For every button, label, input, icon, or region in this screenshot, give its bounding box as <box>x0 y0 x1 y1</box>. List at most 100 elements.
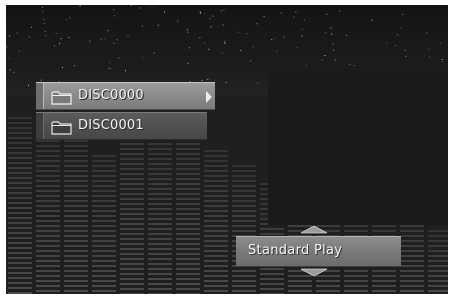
disc-list-item-disc0001[interactable]: DISC0001 <box>36 112 207 140</box>
star <box>283 36 285 38</box>
equalizer-segment <box>204 195 228 197</box>
equalizer-segment <box>316 290 340 292</box>
star <box>321 59 323 61</box>
equalizer-segment <box>148 153 172 155</box>
equalizer-segment <box>204 255 228 257</box>
star <box>18 50 20 52</box>
star <box>54 45 55 47</box>
equalizer-segment <box>176 158 200 160</box>
equalizer-segment <box>36 215 60 217</box>
star <box>405 55 407 57</box>
star <box>330 27 332 29</box>
equalizer-segment <box>64 180 88 182</box>
equalizer-segment <box>36 225 60 227</box>
star <box>187 31 189 33</box>
equalizer-segment <box>148 278 172 280</box>
equalizer-segment <box>148 163 172 165</box>
equalizer-segment <box>64 205 88 207</box>
star <box>301 35 303 37</box>
star <box>177 20 179 22</box>
equalizer-segment <box>92 225 116 227</box>
equalizer-segment <box>8 132 32 134</box>
star <box>280 12 282 14</box>
equalizer-segment <box>120 263 144 265</box>
equalizer-segment <box>36 190 60 192</box>
equalizer-segment <box>8 247 32 249</box>
equalizer-segment <box>176 263 200 265</box>
equalizer-segment <box>344 225 368 227</box>
equalizer-segment <box>148 203 172 205</box>
star <box>201 80 203 81</box>
equalizer-segment <box>8 127 32 129</box>
star <box>353 65 355 67</box>
equalizer-segment <box>176 148 200 150</box>
star <box>349 63 351 65</box>
equalizer-segment <box>8 167 32 169</box>
play-mode-selector[interactable]: Standard Play <box>236 236 401 267</box>
equalizer-segment <box>204 170 228 172</box>
equalizer-segment <box>92 205 116 207</box>
equalizer-segment <box>92 220 116 222</box>
equalizer-segment <box>8 197 32 199</box>
equalizer-segment <box>120 258 144 260</box>
star <box>130 5 132 6</box>
equalizer-segment <box>8 177 32 179</box>
equalizer-segment <box>232 230 256 232</box>
play-mode-value: Standard Play <box>248 243 343 258</box>
equalizer-segment <box>92 160 116 162</box>
equalizer-segment <box>8 232 32 234</box>
equalizer-segment <box>176 238 200 240</box>
equalizer-segment <box>64 210 88 212</box>
star <box>9 69 11 71</box>
equalizer-segment <box>204 210 228 212</box>
star <box>225 82 227 83</box>
equalizer-segment <box>8 277 32 279</box>
equalizer-segment <box>36 195 60 197</box>
equalizer-segment <box>428 245 448 247</box>
equalizer-segment <box>176 218 200 220</box>
equalizer-segment <box>36 250 60 252</box>
star <box>404 49 406 51</box>
star <box>441 59 443 60</box>
equalizer-segment <box>8 272 32 274</box>
star <box>28 36 30 38</box>
star <box>66 19 68 20</box>
equalizer-segment <box>232 290 256 292</box>
equalizer-segment <box>120 193 144 195</box>
equalizer-segment <box>204 280 228 282</box>
star <box>42 6 43 8</box>
equalizer-segment <box>36 150 60 152</box>
arrow-down-icon[interactable] <box>299 268 329 277</box>
equalizer-segment <box>8 157 32 159</box>
star <box>141 25 143 27</box>
equalizer-segment <box>204 270 228 272</box>
equalizer-segment <box>148 243 172 245</box>
arrow-up-icon[interactable] <box>299 225 329 234</box>
equalizer-segment <box>36 220 60 222</box>
equalizer-segment <box>92 265 116 267</box>
equalizer-segment <box>8 192 32 194</box>
equalizer-segment <box>176 188 200 190</box>
equalizer-segment <box>148 213 172 215</box>
star <box>187 62 189 64</box>
equalizer-segment <box>64 185 88 187</box>
star <box>305 65 307 67</box>
equalizer-segment <box>204 290 228 292</box>
star <box>6 46 8 48</box>
equalizer-segment <box>64 200 88 202</box>
star <box>223 9 225 11</box>
equalizer-segment <box>428 260 448 262</box>
equalizer-segment <box>428 280 448 282</box>
equalizer-segment <box>120 243 144 245</box>
preview-window <box>268 70 448 225</box>
equalizer-segment <box>36 200 60 202</box>
equalizer-segment <box>64 265 88 267</box>
equalizer-segment <box>176 173 200 175</box>
disc-list-item-disc0000[interactable]: DISC0000 <box>36 82 215 110</box>
equalizer-segment <box>92 155 116 157</box>
equalizer-segment <box>232 165 256 167</box>
equalizer-segment <box>64 140 88 142</box>
equalizer-segment <box>36 260 60 262</box>
star <box>153 52 155 54</box>
star <box>371 20 373 22</box>
